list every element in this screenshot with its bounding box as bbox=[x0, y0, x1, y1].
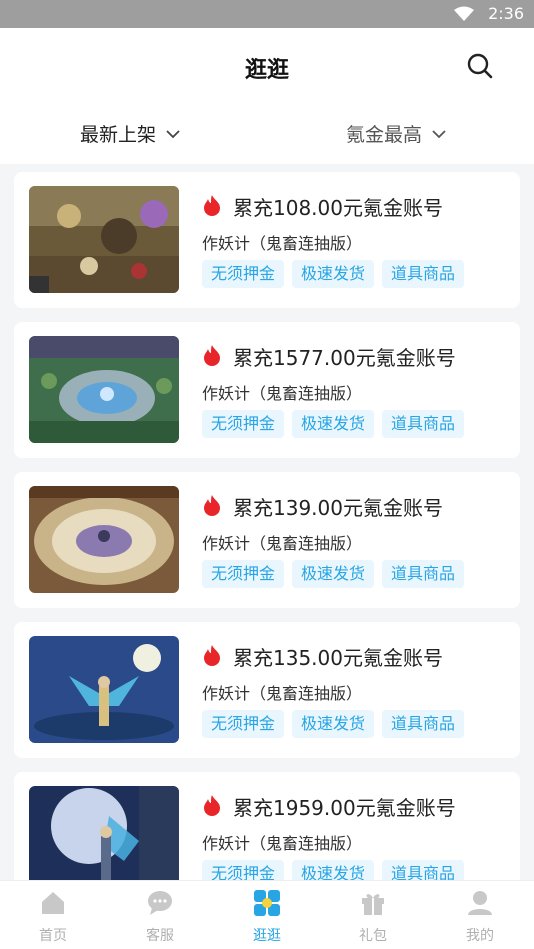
tab-label: 首页 bbox=[39, 928, 67, 944]
tab-label: 客服 bbox=[146, 928, 174, 944]
listing-game: 作妖计（鬼畜连抽版） bbox=[202, 234, 363, 253]
flame-icon bbox=[204, 345, 220, 366]
flame-icon bbox=[204, 195, 220, 216]
tag-badge: 无须押金 bbox=[202, 560, 285, 588]
tab-profile[interactable]: 我的 bbox=[440, 881, 520, 949]
filter-bar: 最新上架 氪金最高 bbox=[0, 108, 534, 164]
tag-badge: 无须押金 bbox=[202, 860, 285, 880]
tag-badge: 无须押金 bbox=[202, 410, 285, 438]
wifi-icon bbox=[454, 6, 474, 21]
chevron-down-icon bbox=[432, 129, 446, 138]
listing-thumbnail bbox=[29, 186, 179, 293]
filter-dropdown[interactable]: 氪金最高 bbox=[346, 120, 446, 147]
listing-thumbnail bbox=[29, 636, 179, 743]
tag-badge: 极速发货 bbox=[292, 560, 375, 588]
tag-badge: 道具商品 bbox=[382, 260, 465, 288]
page-title: 逛逛 bbox=[244, 58, 289, 83]
listing-game: 作妖计（鬼畜连抽版） bbox=[202, 684, 363, 703]
chevron-down-icon bbox=[166, 129, 180, 138]
listing-title: 累充1577.00元氪金账号 bbox=[233, 346, 456, 370]
tab-home[interactable]: 首页 bbox=[13, 881, 93, 949]
flame-icon bbox=[204, 495, 220, 516]
sort-dropdown[interactable]: 最新上架 bbox=[80, 120, 180, 147]
listing-thumbnail bbox=[29, 336, 179, 443]
flame-icon bbox=[204, 795, 220, 816]
tag-badge: 无须押金 bbox=[202, 260, 285, 288]
listing-card[interactable]: 累充108.00元氪金账号 作妖计（鬼畜连抽版） 无须押金 极速发货 道具商品 bbox=[14, 172, 520, 308]
filter-label: 氪金最高 bbox=[346, 124, 423, 146]
listing-card[interactable]: 累充139.00元氪金账号 作妖计（鬼畜连抽版） 无须押金 极速发货 道具商品 bbox=[14, 472, 520, 608]
tab-label: 礼包 bbox=[359, 928, 387, 944]
browse-grid-icon bbox=[254, 890, 280, 916]
tag-badge: 无须押金 bbox=[202, 710, 285, 738]
listing-title: 累充135.00元氪金账号 bbox=[233, 646, 443, 670]
tag-badge: 道具商品 bbox=[382, 560, 465, 588]
header: 逛逛 bbox=[0, 28, 534, 108]
status-time: 2:36 bbox=[488, 4, 524, 23]
tag-badge: 道具商品 bbox=[382, 860, 465, 880]
listing-thumbnail bbox=[29, 486, 179, 593]
tag-badge: 极速发货 bbox=[292, 860, 375, 880]
tab-label: 逛逛 bbox=[253, 928, 281, 944]
tab-gift[interactable]: 礼包 bbox=[333, 881, 413, 949]
listing-list: 累充108.00元氪金账号 作妖计（鬼畜连抽版） 无须押金 极速发货 道具商品 … bbox=[0, 164, 534, 880]
tab-browse[interactable]: 逛逛 bbox=[227, 881, 307, 949]
sort-label: 最新上架 bbox=[80, 124, 157, 146]
listing-tags: 无须押金 极速发货 道具商品 bbox=[202, 560, 465, 588]
status-bar: 2:36 bbox=[0, 0, 534, 28]
listing-title: 累充139.00元氪金账号 bbox=[233, 496, 443, 520]
gift-icon bbox=[362, 894, 384, 915]
listing-title: 累充1959.00元氪金账号 bbox=[233, 796, 456, 820]
listing-game: 作妖计（鬼畜连抽版） bbox=[202, 384, 363, 403]
listing-thumbnail bbox=[29, 786, 179, 880]
home-icon bbox=[42, 892, 64, 914]
bottom-tab-bar: 首页 客服 逛逛 礼包 我的 bbox=[0, 880, 534, 949]
listing-game: 作妖计（鬼畜连抽版） bbox=[202, 534, 363, 553]
listing-tags: 无须押金 极速发货 道具商品 bbox=[202, 860, 465, 880]
tag-badge: 极速发货 bbox=[292, 260, 375, 288]
tab-label: 我的 bbox=[466, 928, 494, 944]
listing-game: 作妖计（鬼畜连抽版） bbox=[202, 834, 363, 853]
tag-badge: 道具商品 bbox=[382, 410, 465, 438]
tag-badge: 极速发货 bbox=[292, 710, 375, 738]
listing-tags: 无须押金 极速发货 道具商品 bbox=[202, 410, 465, 438]
listing-card[interactable]: 累充135.00元氪金账号 作妖计（鬼畜连抽版） 无须押金 极速发货 道具商品 bbox=[14, 622, 520, 758]
tag-badge: 道具商品 bbox=[382, 710, 465, 738]
listing-tags: 无须押金 极速发货 道具商品 bbox=[202, 260, 465, 288]
tag-badge: 极速发货 bbox=[292, 410, 375, 438]
flame-icon bbox=[204, 645, 220, 666]
user-icon bbox=[468, 891, 492, 915]
listing-card[interactable]: 累充1577.00元氪金账号 作妖计（鬼畜连抽版） 无须押金 极速发货 道具商品 bbox=[14, 322, 520, 458]
search-icon[interactable] bbox=[466, 52, 494, 80]
tab-service[interactable]: 客服 bbox=[120, 881, 200, 949]
listing-tags: 无须押金 极速发货 道具商品 bbox=[202, 710, 465, 738]
listing-title: 累充108.00元氪金账号 bbox=[233, 196, 443, 220]
listing-card[interactable]: 累充1959.00元氪金账号 作妖计（鬼畜连抽版） 无须押金 极速发货 道具商品 bbox=[14, 772, 520, 880]
chat-bubble-icon bbox=[148, 891, 172, 915]
